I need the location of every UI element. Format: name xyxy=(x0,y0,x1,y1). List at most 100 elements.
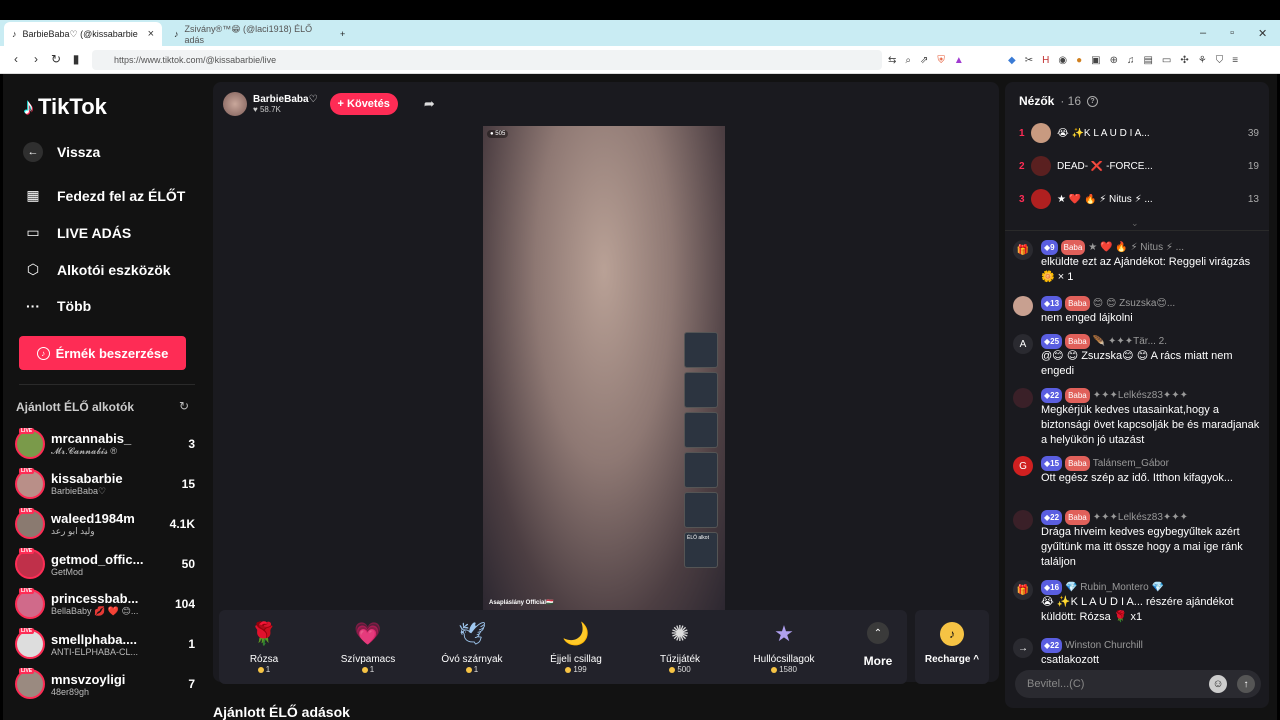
preview-tile[interactable] xyxy=(684,452,718,488)
minimize-icon[interactable]: – xyxy=(1200,27,1206,39)
creator-item[interactable]: LIVE smellphaba.... ANTI-ELPHABA-CL... 1 xyxy=(15,626,195,662)
close-tab-icon[interactable]: × xyxy=(148,28,154,40)
menu-more[interactable]: ··· Több xyxy=(23,298,91,314)
creator-item[interactable]: LIVE mrcannabis_ 𝓜𝓻.𝓒𝓪𝓷𝓷𝓪𝓫𝓲𝓼 ® 3 xyxy=(15,426,195,462)
menu-icon[interactable]: ≡ xyxy=(1232,55,1238,66)
creator-item[interactable]: LIVE kissabarbie BarbieBaba♡ 15 xyxy=(15,466,195,502)
coin-icon xyxy=(361,666,368,673)
extension-icon[interactable]: ⊕ xyxy=(1110,55,1118,66)
zoom-icon[interactable]: ⌕ xyxy=(905,55,911,66)
forward-icon[interactable]: › xyxy=(26,52,46,66)
preview-tile[interactable] xyxy=(684,492,718,528)
translate-icon[interactable]: ⇆ xyxy=(888,55,896,66)
more-gifts-button[interactable]: ⌃ More xyxy=(855,610,901,684)
viewer-count: 15 xyxy=(181,477,195,491)
creator-name: waleed1984m xyxy=(51,511,135,526)
gift-icon: 🌙 xyxy=(562,621,590,646)
share-icon[interactable]: ➦ xyxy=(424,96,435,112)
message-text: Drága híveim kedves egybegyűltek azért g… xyxy=(1041,526,1243,568)
follow-button[interactable]: + Követés xyxy=(329,93,398,115)
chat-message[interactable]: ◆13 Baba 😊 😊 Zsuzska😊... nem enged lájkolni xyxy=(1013,296,1263,326)
avatar: LIVE xyxy=(15,468,45,499)
tiktok-logo[interactable]: ♪ TikTok xyxy=(23,94,107,120)
gift-item[interactable]: ★ Hullócsillagok 1580 xyxy=(739,610,829,684)
browser-tab[interactable]: ♪ Zsivány®™😁 (@laci1918) ÉLŐ adás xyxy=(166,22,328,46)
new-tab-button[interactable]: + xyxy=(332,22,352,46)
creator-item[interactable]: LIVE waleed1984m وليد ابو رعد 4.1K xyxy=(15,506,195,542)
preview-tile[interactable]: ÉLŐ alkot xyxy=(684,532,718,568)
avatar xyxy=(1013,388,1033,408)
chat-message[interactable]: ◆22 Baba ✦✦✦Lelkész83✦✦✦ Megkérjük kedves u… xyxy=(1013,388,1263,448)
back-button[interactable]: ← Vissza xyxy=(23,142,100,162)
gift-name: Szívpamacs xyxy=(340,654,396,665)
top-viewer-row[interactable]: 1 😭 ✨K L A U D I A... 39 xyxy=(1019,122,1259,144)
top-viewer-row[interactable]: 3 ★ ❤️ 🔥 ⚡ Nitus ⚡ ... 13 xyxy=(1019,188,1259,210)
reload-icon[interactable]: ↻ xyxy=(46,52,66,66)
back-icon[interactable]: ‹ xyxy=(6,52,26,66)
creator-text: mnsvzoyligi 48er89gh xyxy=(51,672,161,697)
menu-go-live[interactable]: ▭ LIVE ADÁS xyxy=(23,224,131,241)
video-caption: Asapláslány Official🇭🇺 xyxy=(489,600,554,606)
puzzle-icon[interactable]: ✣ xyxy=(1180,55,1188,66)
address-bar[interactable]: https://www.tiktok.com/@kissabarbie/live xyxy=(92,50,882,70)
camera-icon: ▭ xyxy=(26,224,40,240)
music-icon[interactable]: ♫ xyxy=(1127,55,1135,66)
extension-icon[interactable]: ◆ xyxy=(1008,55,1016,66)
share-icon[interactable]: ⇗ xyxy=(920,55,928,66)
username: ✦✦✦Lelkész83✦✦✦ xyxy=(1092,390,1189,401)
extension-icon[interactable]: ◉ xyxy=(1058,55,1067,66)
creator-item[interactable]: LIVE getmod_offic... GetMod 50 xyxy=(15,546,195,582)
sidebar-icon[interactable]: ▤ xyxy=(1143,55,1152,66)
extension-icon[interactable]: ▣ xyxy=(1091,55,1100,66)
send-icon[interactable]: ↑ xyxy=(1237,675,1255,693)
shield-icon[interactable]: ⛉ xyxy=(1216,55,1224,66)
top-viewer-row[interactable]: 2 DEAD- ❌ -FORCE... 19 xyxy=(1019,155,1259,177)
close-window-icon[interactable]: ✕ xyxy=(1258,27,1267,40)
extension-icon[interactable]: ✂ xyxy=(1025,55,1033,66)
rewards-icon[interactable]: ▲ xyxy=(954,55,964,66)
extension-icon[interactable]: ● xyxy=(1076,55,1082,66)
recharge-button[interactable]: ♪ Recharge ^ xyxy=(915,610,989,684)
refresh-icon[interactable]: ↻ xyxy=(179,399,189,413)
extension-icon[interactable]: ⚘ xyxy=(1198,55,1207,66)
preview-tile[interactable] xyxy=(684,372,718,408)
chat-message[interactable]: ◆22 Baba ✦✦✦Lelkész83✦✦✦ Drága híveim kedve… xyxy=(1013,510,1263,570)
gift-item[interactable]: 🌙 Éjjeli csillag 199 xyxy=(531,610,621,684)
username: 🪶 ✦✦✦Tär... 2. xyxy=(1092,336,1168,347)
chat-message[interactable]: → ◆22 Winston Churchill csatlakozott xyxy=(1013,638,1263,668)
creator-item[interactable]: LIVE princessbab... BellaBaby 💋 ❤️ 😊... 104 xyxy=(15,586,195,622)
info-icon[interactable]: ? xyxy=(1087,95,1099,107)
get-coins-button[interactable]: ♪ Érmék beszerzése xyxy=(19,336,186,370)
emoji-icon[interactable]: ☺ xyxy=(1209,675,1227,693)
chat-message[interactable]: 🎁 ◆9 Baba ★ ❤️ 🔥 ⚡ Nitus ⚡ ... elküldte ezt … xyxy=(1013,240,1263,285)
chat-input[interactable]: Bevitel...(C) ☺ ↑ xyxy=(1015,670,1261,698)
menu-creator-tools[interactable]: ⬡ Alkotói eszközök xyxy=(23,261,171,278)
avatar xyxy=(1031,189,1051,209)
chat-message[interactable]: 🎁 ◆16 💎 Rubin_Montero 💎 😭 ✨K L A U D I A...… xyxy=(1013,580,1263,625)
browser-tab-active[interactable]: ♪ BarbieBaba♡ (@kissabarbie × xyxy=(4,22,162,46)
coin-icon xyxy=(771,666,778,673)
menu-explore-live[interactable]: ▦ Fedezd fel az ÉLŐT xyxy=(23,187,185,204)
bookmark-icon[interactable]: ▮ xyxy=(66,52,86,66)
host-avatar[interactable] xyxy=(223,92,247,116)
creator-item[interactable]: LIVE mnsvzoyligi 48er89gh 7 xyxy=(15,666,195,702)
preview-tile[interactable] xyxy=(684,412,718,448)
gift-item[interactable]: 🌹 Rózsa 1 xyxy=(219,610,309,684)
extension-icon[interactable]: H xyxy=(1042,55,1049,66)
gift-item[interactable]: ✺ Tűzijáték 500 xyxy=(635,610,725,684)
expand-chevron-icon[interactable]: ⌄ xyxy=(1131,218,1139,229)
gift-item[interactable]: 🕊 Óvó szárnyak 1 xyxy=(427,610,517,684)
message-body: ◆25 Baba 🪶 ✦✦✦Tär... 2. @😊 😊 Zsuzska😊 😊 A r… xyxy=(1041,334,1263,379)
live-video[interactable]: ● 505 ÉLŐ alkot Asapláslány Official🇭🇺 xyxy=(483,126,725,610)
gift-item[interactable]: 💗 Szívpamacs 1 xyxy=(323,610,413,684)
host-name[interactable]: BarbieBaba♡ xyxy=(253,94,318,105)
chat-message[interactable]: A ◆25 Baba 🪶 ✦✦✦Tär... 2. @😊 😊 Zsuzska😊 😊 A … xyxy=(1013,334,1263,379)
wallet-icon[interactable]: ▭ xyxy=(1162,55,1171,66)
chat-message[interactable]: G ◆15 Baba Talánsem_Gábor Ott egész szép az … xyxy=(1013,456,1263,486)
level-badge: ◆15 xyxy=(1041,456,1063,471)
avatar: → xyxy=(1013,638,1033,658)
gift-icon: 🌹 xyxy=(250,621,278,646)
preview-tile[interactable] xyxy=(684,332,718,368)
maximize-icon[interactable]: ▫ xyxy=(1230,27,1234,39)
brave-shield-icon[interactable]: ⛨ xyxy=(937,55,945,66)
